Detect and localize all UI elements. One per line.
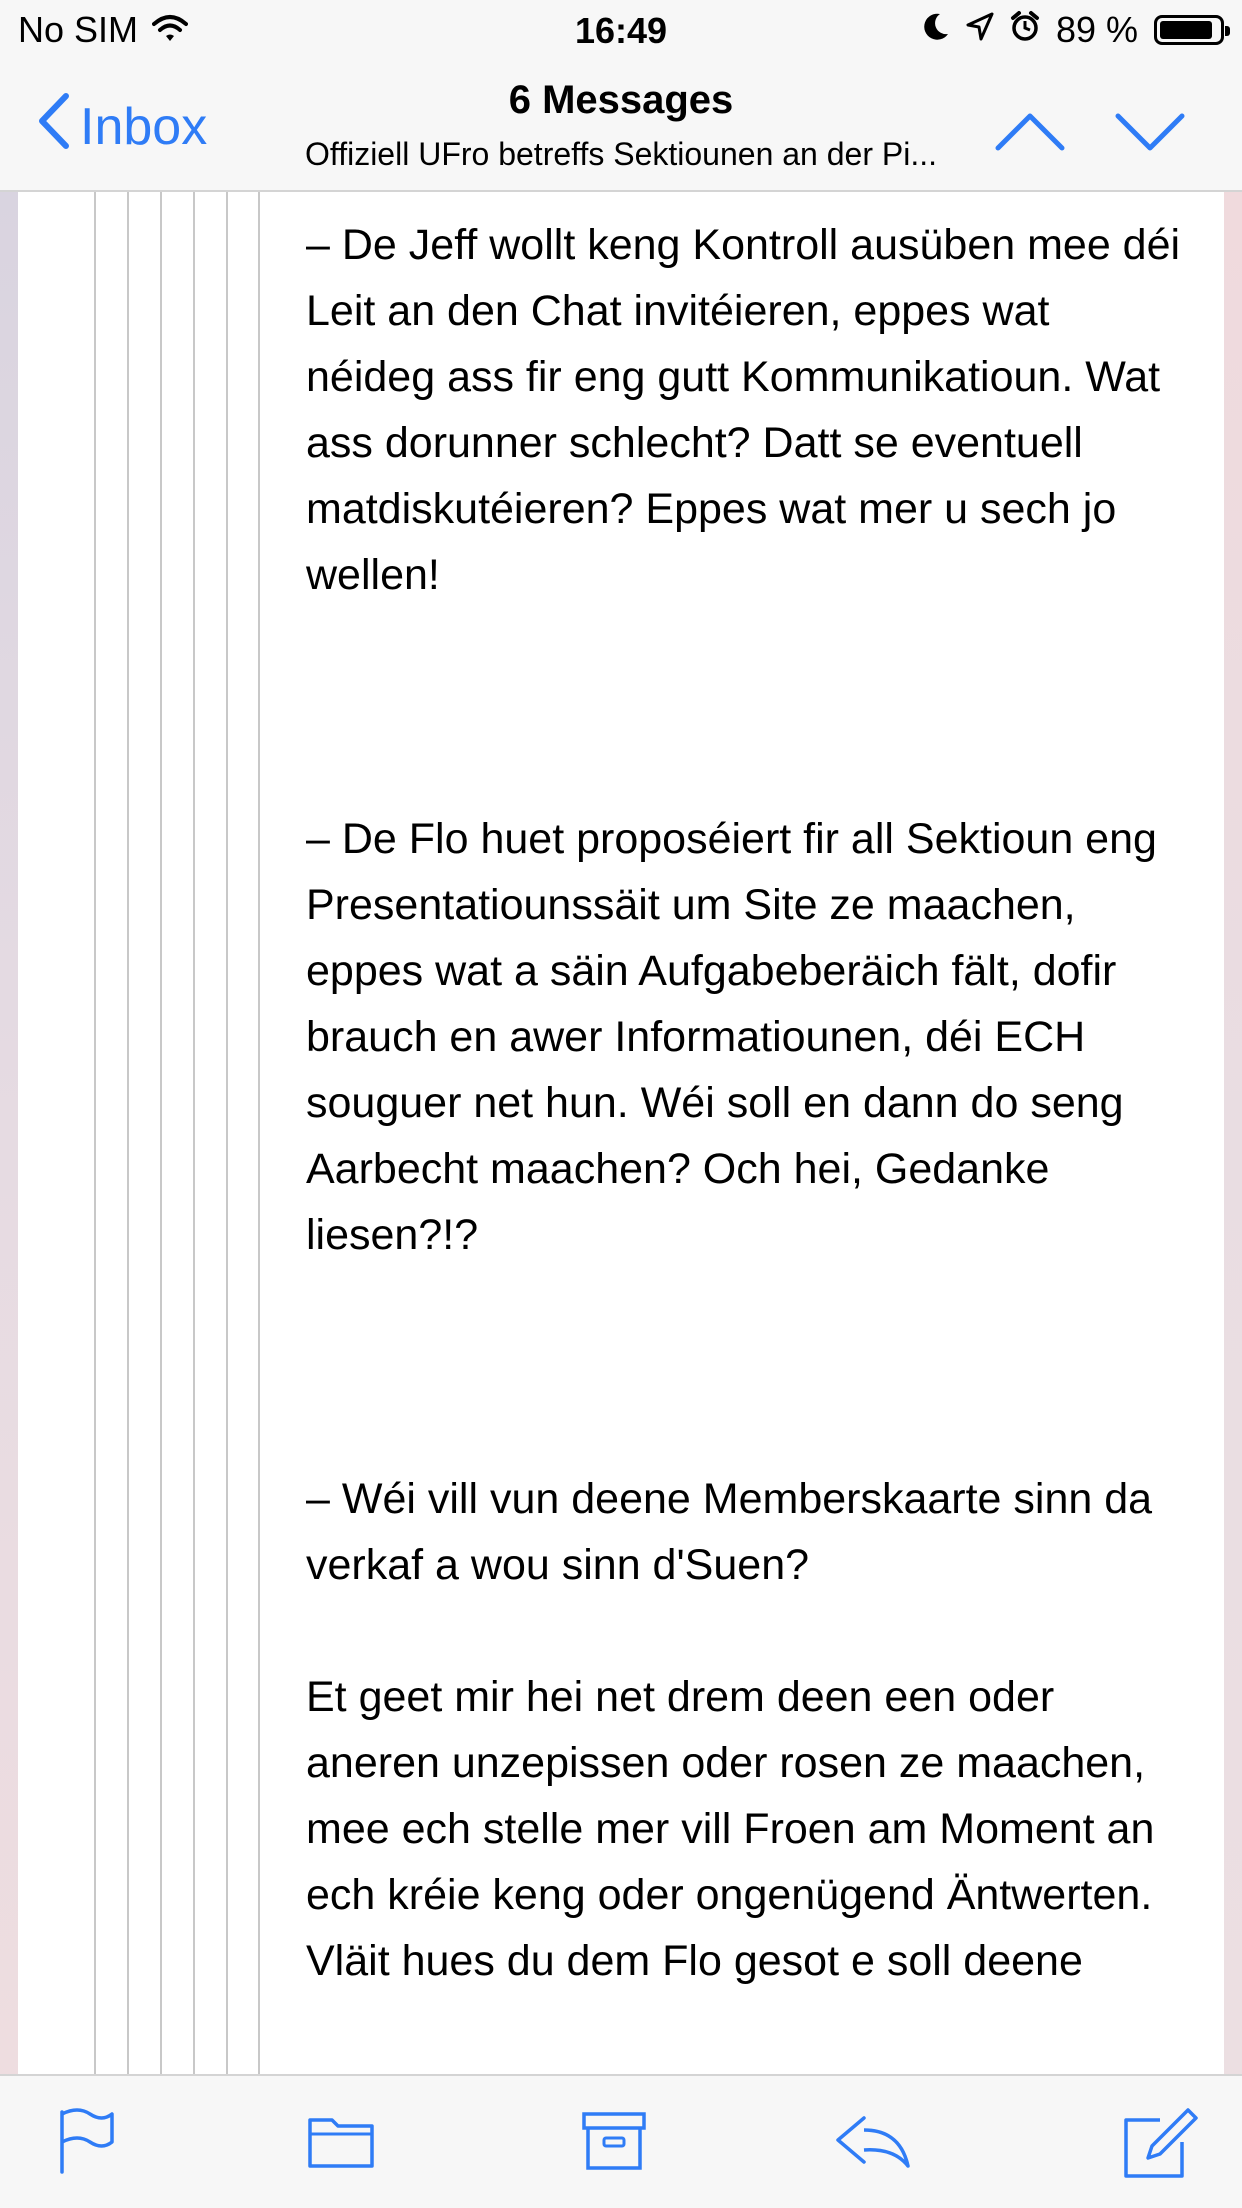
quote-level-line (193, 192, 195, 2074)
chevron-up-icon (992, 113, 1068, 166)
compose-button[interactable] (1120, 2106, 1200, 2178)
quote-level-line (258, 192, 260, 2074)
flag-icon (54, 2108, 124, 2180)
message-paragraph: Et geet mir hei net drem deen een oder a… (306, 1673, 1155, 1985)
message-text: – De Jeff wollt keng Kontroll ausüben me… (306, 212, 1186, 1994)
alarm-icon (1010, 9, 1040, 51)
next-message-button[interactable] (1112, 102, 1188, 162)
location-arrow-icon (966, 9, 994, 51)
archive-icon (580, 2112, 650, 2180)
folder-icon (306, 2118, 376, 2180)
message-paragraph: – De Flo huet proposéiert fir all Sektio… (306, 815, 1157, 1259)
chevron-left-icon (36, 92, 70, 163)
reply-icon (834, 2116, 914, 2180)
battery-percentage: 89 % (1055, 9, 1138, 50)
message-body-area[interactable]: – De Jeff wollt keng Kontroll ausüben me… (0, 192, 1242, 2074)
back-to-inbox-button[interactable]: Inbox (36, 92, 207, 162)
left-edge-shadow (0, 192, 18, 2074)
quote-level-line (127, 192, 129, 2074)
status-bar: No SIM 16:49 89 % (0, 0, 1242, 62)
flag-button[interactable] (54, 2106, 134, 2176)
reply-button[interactable] (834, 2106, 914, 2176)
quote-level-line (160, 192, 162, 2074)
battery-fill (1160, 21, 1212, 39)
message-paragraph: – Wéi vill vun deene Memberskaarte sinn … (306, 1475, 1153, 1589)
archive-button[interactable] (580, 2106, 660, 2176)
message-paragraph: – De Jeff wollt keng Kontroll ausüben me… (306, 221, 1181, 599)
quote-level-line (94, 192, 96, 2074)
bottom-toolbar (0, 2074, 1242, 2208)
thread-subject: Offiziell UFro betreffs Sektiounen an de… (304, 136, 937, 172)
chevron-down-icon (1112, 113, 1188, 166)
battery-icon (1154, 15, 1230, 45)
navigation-bar: Inbox 6 Messages Offiziell UFro betreffs… (0, 62, 1242, 192)
right-edge-shadow (1224, 192, 1242, 2074)
moon-icon (922, 9, 950, 51)
thread-title: 6 Messages (508, 78, 734, 122)
previous-message-button[interactable] (992, 102, 1068, 162)
compose-icon (1120, 2108, 1200, 2186)
move-to-folder-button[interactable] (306, 2106, 386, 2176)
quote-level-line (226, 192, 228, 2074)
back-label: Inbox (80, 98, 208, 156)
